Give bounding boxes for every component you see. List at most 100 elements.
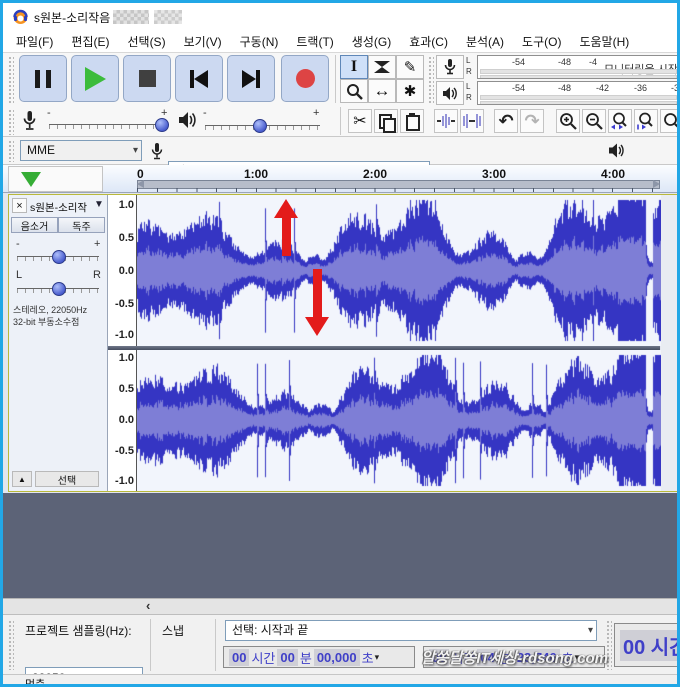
audio-position-field[interactable]: 00 시간	[614, 623, 677, 667]
cut-button[interactable]: ✂	[348, 109, 372, 133]
toolbar-gripper[interactable]	[8, 620, 14, 670]
snap-label: 스냅	[162, 624, 185, 638]
silence-audio-button[interactable]	[460, 109, 484, 133]
undo-button[interactable]: ↶	[494, 109, 518, 133]
track-title[interactable]: s원본-소리작	[30, 200, 92, 215]
selection-start-field[interactable]: 00 시간 00 분 00,000 초 ▾	[223, 646, 415, 668]
timeshift-tool-button[interactable]: ↔	[368, 79, 396, 103]
zoom-tool-button[interactable]	[340, 79, 368, 103]
chevron-down-icon[interactable]: ▾	[375, 652, 380, 663]
fit-project-button[interactable]	[634, 109, 658, 133]
waveform-left-channel[interactable]	[136, 195, 661, 346]
menu-tools[interactable]: 도구(O)	[513, 30, 570, 53]
device-toolbar: MME ▾ 마이크(Realtek High Definition ▾ 2 (스…	[3, 137, 677, 224]
pause-button[interactable]	[19, 55, 67, 102]
toolbar-gripper[interactable]	[428, 56, 434, 103]
zoom-in-button[interactable]	[556, 109, 580, 133]
paste-button[interactable]	[400, 109, 424, 133]
menu-transport[interactable]: 구동(N)	[231, 30, 288, 53]
record-meter[interactable]: -54 -48 -4 모니터링을 시작	[477, 55, 677, 79]
menu-help[interactable]: 도움말(H)	[570, 30, 638, 53]
track-select-button[interactable]: 선택	[35, 471, 99, 487]
play-position-pin-icon[interactable]	[21, 172, 41, 187]
skip-to-end-button[interactable]	[227, 55, 275, 102]
ruler-label: 1.0	[118, 352, 134, 364]
start-minutes[interactable]: 00	[277, 648, 298, 666]
track-area-background[interactable]	[3, 493, 677, 598]
recording-volume-slider[interactable]	[49, 118, 169, 132]
chevron-down-icon: ▾	[587, 625, 593, 636]
menu-tracks[interactable]: 트랙(T)	[287, 30, 342, 53]
title-bar[interactable]: s원본-소리작음	[3, 3, 677, 30]
playback-volume-slider[interactable]	[205, 119, 320, 133]
play-icon	[84, 66, 106, 91]
vertical-ruler-left-channel[interactable]: 1.0 0.5 0.0 -0.5 -1.0	[108, 195, 241, 346]
toolbar-region: I ✎ ↔ ✱ L R -54 -48 -4 L R -54 -48 -42 -…	[3, 53, 677, 137]
track-close-button[interactable]: ×	[12, 198, 27, 213]
playback-volume-slider-thumb[interactable]	[253, 119, 267, 133]
app-icon	[12, 8, 29, 25]
horizontal-scrollbar[interactable]: ‹	[3, 598, 677, 614]
menu-view[interactable]: 보기(V)	[175, 30, 231, 53]
trim-audio-button[interactable]	[434, 109, 458, 133]
play-button[interactable]	[71, 55, 119, 102]
ruler-label: -0.5	[115, 445, 134, 457]
pan-slider-thumb[interactable]	[52, 282, 66, 296]
track-control-panel[interactable]: × s원본-소리작 ▼ 음소거 독주 - + L R 스테레오, 22050Hz	[9, 195, 108, 491]
draw-tool-button[interactable]: ✎	[396, 55, 424, 79]
multi-tool-button[interactable]: ✱	[396, 79, 424, 103]
audio-host-select[interactable]: MME ▾	[20, 140, 142, 161]
toolbar-gripper[interactable]	[8, 140, 14, 162]
recording-volume-slider-thumb[interactable]	[155, 118, 169, 132]
scrub-arrow-right-icon	[653, 180, 660, 188]
ruler-label: 0.0	[118, 265, 134, 277]
track-menu-icon[interactable]: ▼	[94, 199, 104, 210]
menu-generate[interactable]: 생성(G)	[343, 30, 400, 53]
selection-tool-button[interactable]: I	[340, 55, 368, 79]
menu-select[interactable]: 선택(S)	[118, 30, 174, 53]
zoom-toggle-icon	[663, 112, 677, 130]
annotation-arrow-down	[305, 269, 329, 336]
track-collapse-button[interactable]: ▲	[12, 471, 32, 487]
envelope-icon	[373, 60, 391, 74]
track-right-empty	[661, 195, 677, 491]
waveform-right-channel[interactable]	[136, 350, 661, 491]
zoom-toggle-button[interactable]	[660, 109, 677, 133]
redo-button[interactable]: ↷	[520, 109, 544, 133]
playback-meter-speaker-button[interactable]	[436, 81, 464, 105]
meter-scale-label: -54	[512, 57, 526, 67]
start-seconds[interactable]: 00,000	[313, 648, 360, 666]
fit-selection-button[interactable]	[608, 109, 632, 133]
timeline-label-0: 0	[137, 167, 144, 181]
menu-edit[interactable]: 편집(E)	[62, 30, 118, 53]
scrollbar-left-arrow-icon[interactable]: ‹	[146, 598, 150, 613]
envelope-tool-button[interactable]	[368, 55, 396, 79]
gain-slider-thumb[interactable]	[52, 250, 66, 264]
mute-button[interactable]: 음소거	[11, 217, 58, 233]
stop-button[interactable]	[123, 55, 171, 102]
menu-analyze[interactable]: 분석(A)	[457, 30, 513, 53]
record-meter-mic-button[interactable]	[436, 55, 464, 79]
track-info-line2: 32-bit 부동소수점	[13, 317, 80, 327]
record-button[interactable]	[281, 55, 329, 102]
pan-left-label: L	[16, 269, 23, 281]
pan-slider[interactable]	[17, 282, 99, 296]
start-hours[interactable]: 00	[229, 648, 250, 666]
skip-to-start-button[interactable]	[175, 55, 223, 102]
mute-label: 음소거	[20, 221, 49, 233]
gain-slider[interactable]	[17, 250, 99, 264]
timeline-label-2: 2:00	[363, 167, 388, 181]
solo-button[interactable]: 독주	[58, 217, 105, 233]
fit-selection-icon	[610, 112, 630, 130]
zoom-out-button[interactable]	[582, 109, 606, 133]
vertical-ruler-right-channel[interactable]: 1.0 0.5 0.0 -0.5 -1.0	[108, 350, 241, 491]
playback-meter[interactable]: -54 -48 -42 -36 -30	[477, 81, 677, 105]
menu-file[interactable]: 파일(F)	[7, 30, 62, 53]
toolbar-gripper[interactable]	[8, 56, 14, 103]
copy-button[interactable]	[374, 109, 398, 133]
toolbar-gripper[interactable]	[8, 109, 14, 135]
menu-effect[interactable]: 효과(C)	[400, 30, 457, 53]
selection-mode-select[interactable]: 선택: 시작과 끝 ▾	[225, 620, 597, 641]
skip-end-icon	[242, 69, 260, 88]
timeline-ruler[interactable]: 0 1:00 2:00 3:00 4:00	[3, 165, 677, 193]
